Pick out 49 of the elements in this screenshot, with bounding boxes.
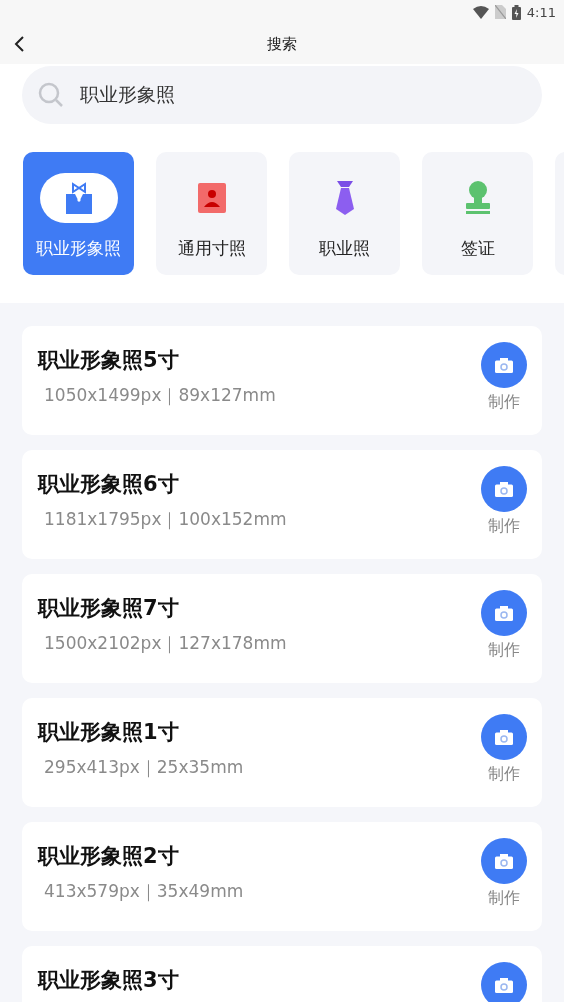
page-title: 搜索 bbox=[267, 34, 297, 54]
size-specs: 1050x1499px｜89x127mm bbox=[43, 384, 276, 407]
camera-button[interactable] bbox=[481, 962, 527, 1002]
size-specs: 295x413px｜25x35mm bbox=[43, 756, 244, 779]
size-title: 职业形象照3寸 bbox=[38, 967, 179, 994]
size-card[interactable]: 职业形象照1寸 295x413px｜25x35mm 制作 bbox=[22, 698, 542, 807]
category-tab[interactable]: 职业照 bbox=[289, 152, 400, 275]
size-title: 职业形象照7寸 bbox=[38, 595, 179, 622]
make-label[interactable]: 制作 bbox=[488, 888, 520, 909]
camera-icon bbox=[495, 605, 513, 621]
id-photo-icon bbox=[197, 183, 226, 213]
search-field[interactable]: 职业形象照 bbox=[22, 66, 542, 124]
size-card[interactable]: 职业形象照5寸 1050x1499px｜89x127mm 制作 bbox=[22, 326, 542, 435]
size-card[interactable]: 职业形象照2寸 413x579px｜35x49mm 制作 bbox=[22, 822, 542, 931]
size-specs: 1181x1795px｜100x152mm bbox=[43, 508, 287, 531]
camera-button[interactable] bbox=[481, 714, 527, 760]
size-title: 职业形象照6寸 bbox=[38, 471, 179, 498]
size-title: 职业形象照1寸 bbox=[38, 719, 179, 746]
camera-button[interactable] bbox=[481, 466, 527, 512]
camera-icon bbox=[495, 481, 513, 497]
size-specs: 1500x2102px｜127x178mm bbox=[43, 632, 287, 655]
size-card[interactable]: 职业形象照3寸 bbox=[22, 946, 542, 1002]
make-label[interactable]: 制作 bbox=[488, 764, 520, 785]
no-sim-icon bbox=[494, 5, 506, 19]
size-card[interactable]: 职业形象照6寸 1181x1795px｜100x152mm 制作 bbox=[22, 450, 542, 559]
make-label[interactable]: 制作 bbox=[488, 392, 520, 413]
camera-button[interactable] bbox=[481, 838, 527, 884]
search-icon bbox=[38, 82, 64, 108]
stamp-icon bbox=[464, 181, 491, 215]
make-label[interactable]: 制作 bbox=[488, 640, 520, 661]
suit-bowtie-icon bbox=[63, 180, 94, 216]
wifi-icon bbox=[472, 5, 489, 19]
camera-icon bbox=[495, 357, 513, 373]
size-title: 职业形象照5寸 bbox=[38, 347, 179, 374]
make-label[interactable]: 制作 bbox=[488, 516, 520, 537]
camera-icon bbox=[495, 977, 513, 993]
category-tab[interactable]: 职业形象照 bbox=[23, 152, 134, 275]
category-tab[interactable]: 签证 bbox=[422, 152, 533, 275]
camera-button[interactable] bbox=[481, 342, 527, 388]
camera-icon bbox=[495, 729, 513, 745]
size-card[interactable]: 职业形象照7寸 1500x2102px｜127x178mm 制作 bbox=[22, 574, 542, 683]
size-title: 职业形象照2寸 bbox=[38, 843, 179, 870]
size-specs: 413x579px｜35x49mm bbox=[43, 880, 244, 903]
status-time: 4:11 bbox=[526, 4, 556, 20]
necktie-icon bbox=[334, 181, 355, 215]
camera-icon bbox=[495, 853, 513, 869]
battery-icon bbox=[511, 4, 521, 20]
category-tab[interactable]: 通用寸照 bbox=[156, 152, 267, 275]
camera-button[interactable] bbox=[481, 590, 527, 636]
